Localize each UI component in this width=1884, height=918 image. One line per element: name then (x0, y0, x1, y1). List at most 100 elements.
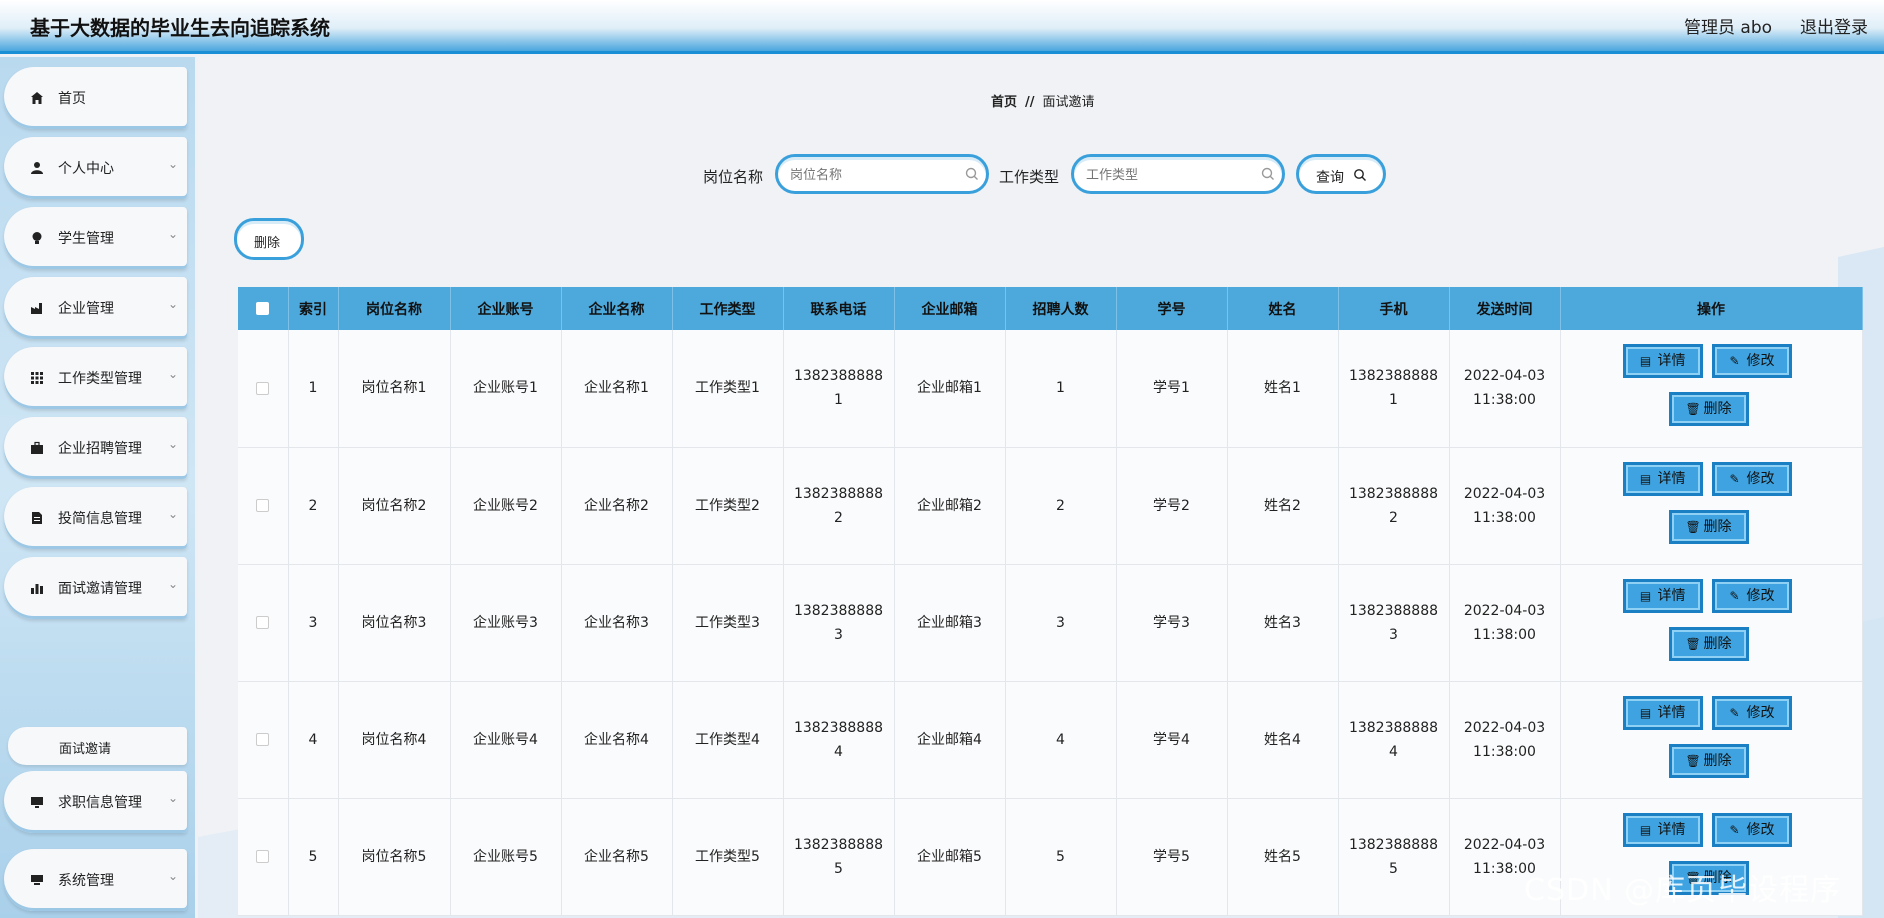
sidebar-item-interview-invitations[interactable]: 面试邀请管理 ⌄ (4, 557, 187, 619)
edit-button[interactable]: ✎ 修改 (1711, 344, 1792, 378)
edit-button[interactable]: ✎ 修改 (1711, 461, 1792, 496)
main-content: 首页 // 面试邀请 岗位名称 工作类型 查询 删除 索引 岗位名称 企业账号 企业… (198, 57, 1884, 918)
edit-button-label: 修改 (1746, 587, 1775, 604)
edit-icon: ✎ (1729, 354, 1740, 368)
delete-button[interactable]: 🗑 删除 (1668, 626, 1749, 661)
chevron-down-icon: ⌄ (168, 577, 179, 591)
cell-name: 姓名2 (1227, 447, 1339, 565)
row-checkbox[interactable] (256, 616, 270, 629)
row-select-cell[interactable] (238, 330, 289, 448)
select-all-cell[interactable] (238, 287, 289, 330)
cell-count: 5 (1005, 798, 1117, 916)
sidebar-item-label: 投简信息管理 (58, 511, 142, 527)
batch-delete-button[interactable]: 删除 (234, 218, 304, 260)
cell-value: 企业邮箱3 (917, 614, 982, 631)
delete-button[interactable]: 🗑 删除 (1668, 392, 1749, 426)
sidebar-item-system[interactable]: 系统管理 ⌄ (4, 849, 187, 911)
cell-value: 13823888882 (793, 485, 884, 526)
sidebar-item-label: 个人中心 (58, 161, 114, 177)
cell-company: 企业名称5 (561, 798, 673, 916)
cell-index: 2 (288, 447, 339, 565)
detail-button-label: 详情 (1657, 353, 1686, 369)
app-title: 基于大数据的毕业生去向追踪系统 (30, 16, 330, 40)
row-checkbox[interactable] (256, 381, 270, 395)
sidebar-subitem-interview-invitation[interactable]: 面试邀请 (8, 727, 187, 765)
cell-email: 企业邮箱2 (894, 447, 1006, 565)
trash-icon: 🗑 (1685, 636, 1701, 651)
sidebar-item-students[interactable]: 学生管理 ⌄ (4, 207, 187, 269)
cell-value: 4 (308, 731, 318, 748)
row-select-cell[interactable] (238, 798, 289, 916)
row-select-cell[interactable] (238, 681, 289, 799)
edit-button[interactable]: ✎ 修改 (1711, 695, 1792, 730)
detail-button[interactable]: ▤ 详情 (1622, 695, 1703, 730)
detail-icon: ▤ (1639, 354, 1652, 368)
row-checkbox[interactable] (256, 499, 270, 512)
detail-icon: ▤ (1639, 588, 1652, 603)
query-button[interactable]: 查询 (1296, 154, 1386, 194)
row-checkbox[interactable] (256, 850, 270, 863)
row-select-cell[interactable] (238, 447, 289, 565)
detail-button[interactable]: ▤ 详情 (1622, 578, 1703, 613)
column-header: 操作 (1560, 287, 1863, 330)
cell-job: 岗位名称1 (338, 330, 451, 448)
cell-value: 13823888885 (793, 836, 884, 877)
column-header: 企业名称 (561, 287, 673, 330)
sidebar-item-job-seeking[interactable]: 求职信息管理 ⌄ (4, 771, 187, 833)
detail-button[interactable]: ▤ 详情 (1622, 461, 1703, 496)
cell-value: 企业邮箱5 (917, 848, 982, 865)
detail-icon: ▤ (1639, 822, 1652, 837)
cell-job: 岗位名称3 (338, 564, 451, 682)
breadcrumb-separator: // (1025, 95, 1035, 110)
cell-value: 工作类型3 (695, 614, 760, 631)
table-row: 4 岗位名称4 企业账号4 企业名称4 工作类型4 13823888884 企业邮箱4 4 学号… (238, 681, 1863, 799)
cell-type: 工作类型1 (672, 330, 784, 448)
cell-mobile: 13823888882 (1338, 447, 1450, 565)
sidebar-item-job-types[interactable]: 工作类型管理 ⌄ (4, 347, 187, 409)
trash-icon: 🗑 (1685, 519, 1701, 534)
search-icon (1261, 167, 1274, 180)
edit-button[interactable]: ✎ 修改 (1711, 578, 1792, 613)
job-type-input[interactable] (1086, 166, 1246, 184)
cell-value: 学号5 (1153, 848, 1190, 865)
row-select-cell[interactable] (238, 564, 289, 682)
column-header: 企业账号 (450, 287, 562, 330)
cell-phone: 13823888881 (783, 330, 895, 448)
chevron-down-icon: ⌄ (168, 297, 179, 311)
delete-button[interactable]: 🗑 删除 (1668, 509, 1749, 544)
cell-student-no: 学号3 (1116, 564, 1228, 682)
cell-sent: 2022-04-03 11:38:00 (1449, 447, 1561, 565)
cell-value: 企业邮箱2 (917, 497, 982, 514)
sidebar-item-label: 面试邀请管理 (58, 581, 142, 597)
cell-job: 岗位名称4 (338, 681, 451, 799)
sidebar-item-companies[interactable]: 企业管理 ⌄ (4, 277, 187, 339)
delete-button-label: 删除 (1703, 518, 1732, 535)
breadcrumb-home[interactable]: 首页 (991, 95, 1017, 110)
search-icon (1354, 169, 1366, 181)
detail-button[interactable]: ▤ 详情 (1622, 344, 1703, 378)
column-header: 姓名 (1227, 287, 1339, 330)
detail-button[interactable]: ▤ 详情 (1622, 812, 1703, 847)
sidebar-item-home[interactable]: 首页 (4, 67, 187, 129)
cell-sent: 2022-04-03 11:38:00 (1449, 564, 1561, 682)
column-header: 联系电话 (783, 287, 895, 330)
sidebar-item-resume-submissions[interactable]: 投简信息管理 ⌄ (4, 487, 187, 549)
cell-email: 企业邮箱4 (894, 681, 1006, 799)
factory-icon (31, 303, 42, 314)
job-type-search-field[interactable] (1071, 154, 1285, 194)
edit-button[interactable]: ✎ 修改 (1711, 812, 1792, 847)
job-name-search-field[interactable] (775, 154, 989, 194)
trash-icon: 🗑 (1685, 753, 1701, 768)
delete-button[interactable]: 🗑 删除 (1668, 743, 1749, 778)
select-all-checkbox[interactable] (256, 302, 270, 315)
cell-value: 学号3 (1153, 614, 1190, 631)
row-checkbox[interactable] (256, 733, 270, 746)
sidebar-item-personal-center[interactable]: 个人中心 ⌄ (4, 137, 187, 199)
job-name-input[interactable] (790, 166, 950, 184)
cell-value: 岗位名称4 (361, 731, 427, 748)
chevron-down-icon: ⌄ (168, 437, 179, 451)
logout-link[interactable]: 退出登录 (1800, 13, 1868, 38)
cell-type: 工作类型4 (672, 681, 784, 799)
sidebar-item-recruitment[interactable]: 企业招聘管理 ⌄ (4, 417, 187, 479)
edit-icon: ✎ (1729, 471, 1740, 486)
